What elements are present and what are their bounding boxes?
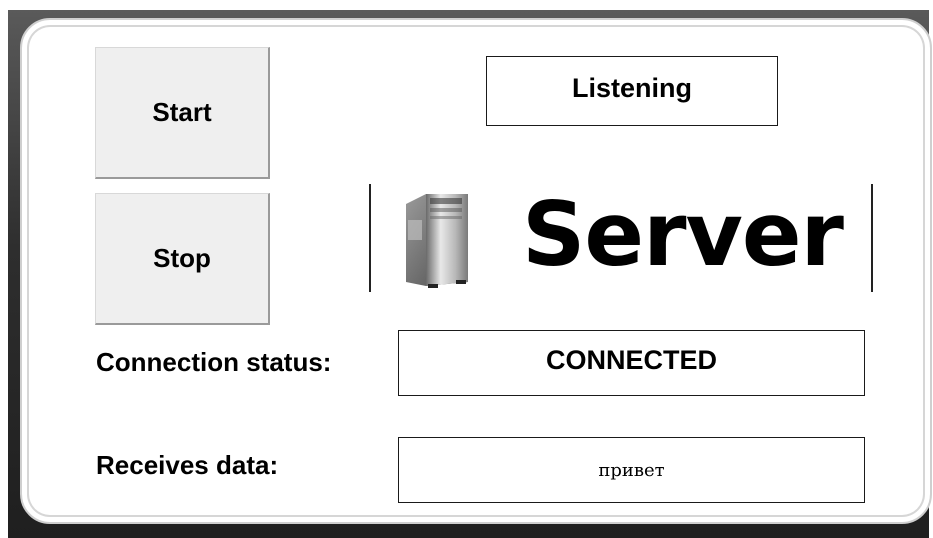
divider-right	[871, 184, 873, 292]
server-state-display: Listening	[486, 56, 778, 126]
start-button[interactable]: Start	[95, 47, 270, 179]
connection-status-display: CONNECTED	[398, 330, 865, 396]
stop-button[interactable]: Stop	[95, 193, 270, 325]
received-data-label: Receives data:	[96, 450, 279, 480]
connection-status-label: Connection status:	[96, 347, 332, 377]
received-data-display: привет	[398, 437, 865, 503]
server-title: Server	[522, 183, 844, 286]
divider-left	[369, 184, 371, 292]
server-tower-icon	[406, 194, 468, 288]
